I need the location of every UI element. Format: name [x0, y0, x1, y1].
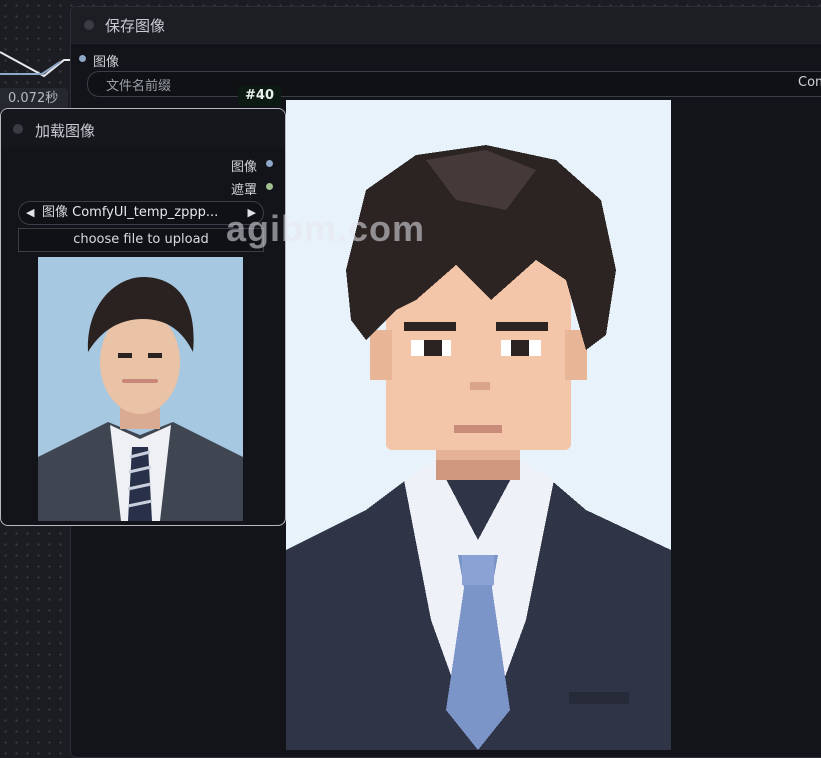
input-image-preview[interactable]: [38, 257, 243, 521]
combo-left-arrow-icon[interactable]: ◀: [26, 202, 34, 224]
image-output-port[interactable]: [266, 160, 273, 167]
save-image-node-title: 保存图像: [105, 17, 166, 35]
load-image-node-title: 加载图像: [35, 122, 96, 140]
image-output-label: 图像: [230, 160, 257, 175]
mask-output-port[interactable]: [266, 183, 273, 190]
node-collapse-dot[interactable]: [84, 20, 94, 30]
filename-prefix-label: 文件名前缀: [106, 79, 172, 94]
filename-prefix-input[interactable]: 文件名前缀 Com: [87, 71, 821, 97]
image-input-port[interactable]: [79, 55, 86, 62]
node-collapse-dot[interactable]: [13, 124, 23, 134]
image-input-label: 图像: [93, 55, 120, 70]
image-combo-value: ComfyUI_temp_zppp...: [72, 205, 219, 220]
filename-prefix-value: Com: [798, 75, 821, 90]
save-image-node-header[interactable]: 保存图像: [71, 7, 821, 44]
watermark-text: agibm.com: [226, 208, 426, 249]
mask-output-label: 遮罩: [230, 183, 257, 198]
load-image-node[interactable]: 加载图像 图像 遮罩 ◀ 图像 ComfyUI_temp_zppp... ▶ c…: [0, 108, 286, 526]
node-id-badge: #40: [238, 86, 281, 106]
output-image-preview[interactable]: [286, 100, 671, 750]
load-image-node-header[interactable]: 加载图像: [1, 109, 285, 147]
image-combo-label: 图像: [42, 205, 69, 220]
execution-time-badge: 0.072秒: [0, 88, 68, 110]
